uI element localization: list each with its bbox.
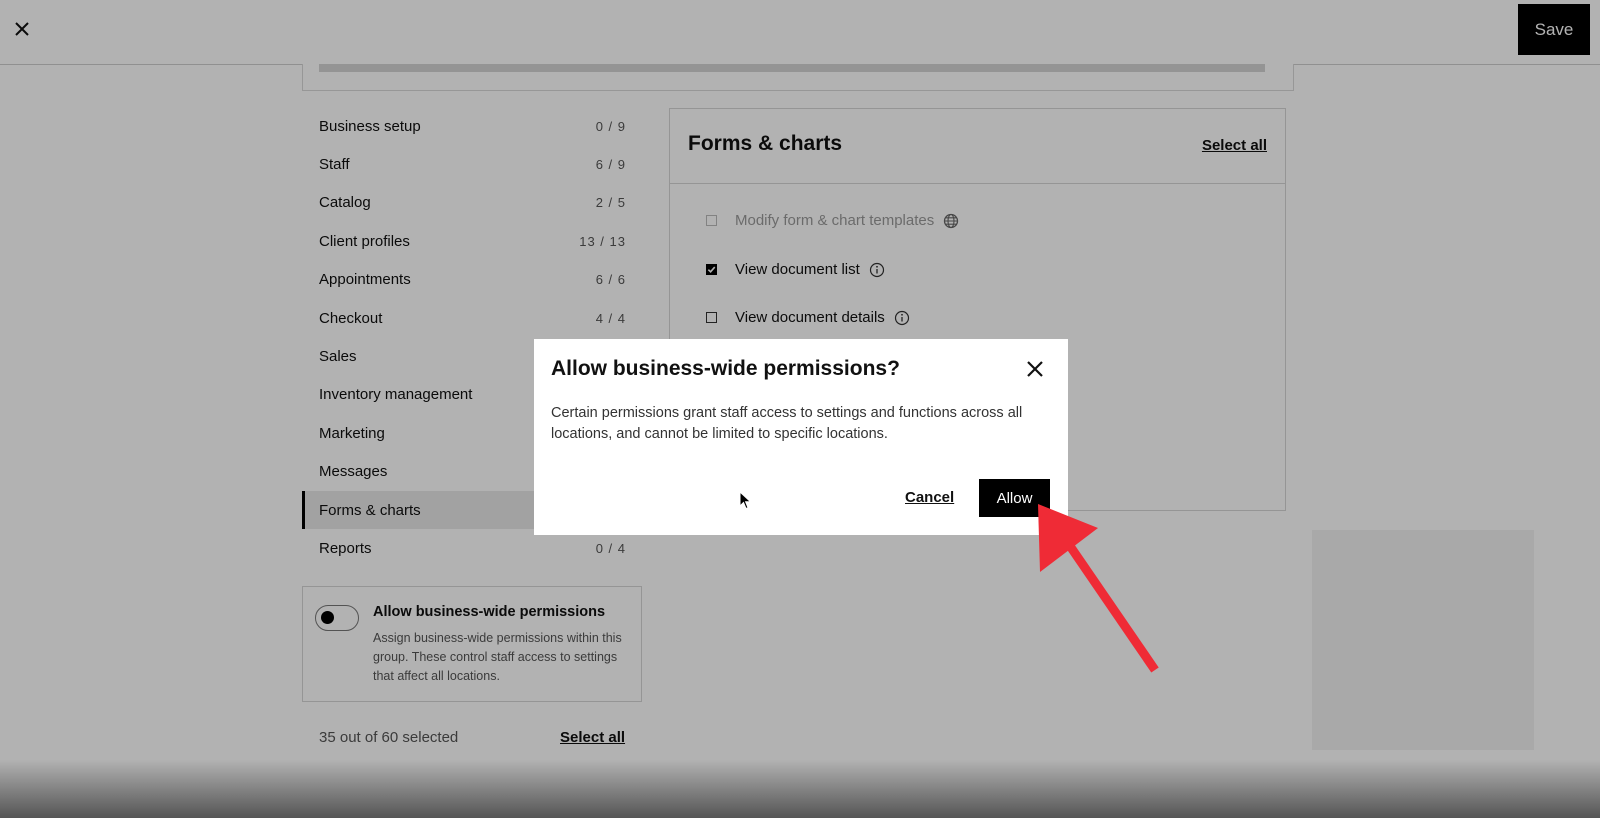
annotation-arrow-icon — [1038, 504, 1159, 673]
business-wide-permissions-dialog: Allow business-wide permissions? Certain… — [534, 339, 1068, 535]
dialog-body: Certain permissions grant staff access t… — [551, 405, 1023, 442]
close-icon[interactable] — [1025, 359, 1045, 379]
dialog-title: Allow business-wide permissions? — [551, 357, 900, 380]
mouse-pointer-icon — [739, 491, 752, 510]
cancel-button[interactable]: Cancel — [905, 489, 954, 506]
